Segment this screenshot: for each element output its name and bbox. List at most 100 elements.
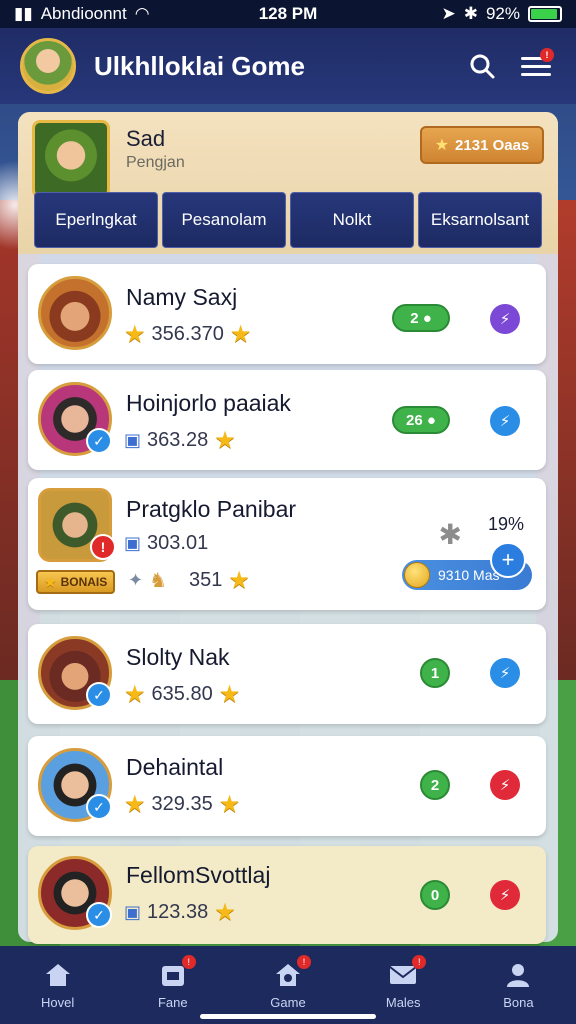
star-icon: ★ bbox=[214, 427, 236, 454]
bolt-icon: ⚡ bbox=[499, 413, 511, 430]
home-icon bbox=[43, 961, 73, 989]
nav-item-bona[interactable]: Bona bbox=[461, 946, 576, 1024]
score-value: 123.38 bbox=[147, 901, 209, 923]
score-value: 329.35 bbox=[151, 793, 213, 815]
signal-icon: ▮▮ bbox=[14, 4, 33, 23]
score-value: 363.28 bbox=[147, 429, 209, 451]
tab-1[interactable]: Eperlngkat bbox=[34, 192, 158, 248]
list-item[interactable]: ✓ Slolty Nak ★ 635.80 ★ 1 ⚡ bbox=[28, 624, 546, 724]
alert-icon: ! bbox=[90, 534, 116, 560]
player-avatar bbox=[38, 276, 112, 350]
star-icon: ★ bbox=[44, 573, 57, 590]
location-icon: ➤ bbox=[441, 4, 456, 23]
coin-balance[interactable]: ★ 2131 Oaas bbox=[420, 126, 544, 164]
bonus-tag: ★ BONAIS bbox=[36, 570, 116, 594]
gem-icon: ✦ bbox=[128, 570, 144, 590]
status-pill: 2 ● bbox=[392, 304, 450, 332]
star-icon: ★ bbox=[218, 791, 241, 818]
leaderboard-panel: Sad Pengjan ★ 2131 Oaas Eperlngkat Pesan… bbox=[18, 112, 558, 944]
star-icon: ★ bbox=[124, 681, 146, 708]
menu-button[interactable]: ! bbox=[516, 46, 556, 86]
status-left: ▮▮ Abndioonnt ◠ bbox=[14, 4, 150, 24]
nav-label: Males bbox=[385, 994, 421, 1010]
status-time: 128 PM bbox=[258, 4, 318, 23]
star-icon: ★ bbox=[214, 899, 236, 926]
status-value: 2 bbox=[410, 309, 419, 327]
progress-percent: 19% bbox=[487, 514, 524, 534]
bolt-icon: ⚡ bbox=[499, 887, 511, 904]
nav-label: Game bbox=[270, 994, 306, 1010]
menu-notification-badge: ! bbox=[540, 48, 554, 62]
player-score: ▣ 123.38 ★ bbox=[124, 898, 236, 927]
profile-icon bbox=[503, 961, 533, 989]
tab-2[interactable]: Pesanolam bbox=[162, 192, 286, 248]
bolt-icon: ⚡ bbox=[499, 665, 511, 682]
nav-label: Hovel bbox=[40, 994, 75, 1010]
profile-avatar[interactable] bbox=[32, 120, 110, 198]
chest-icon: ▣ bbox=[124, 430, 142, 450]
add-button[interactable]: + bbox=[490, 542, 526, 578]
action-button[interactable]: ⚡ bbox=[490, 658, 520, 688]
player-name: Namy Saxj bbox=[126, 284, 238, 310]
puzzle-icon: ✱ bbox=[438, 519, 462, 550]
app-title: Ulkhlloklai Gome bbox=[94, 50, 305, 81]
coin-icon bbox=[404, 562, 430, 588]
nav-item-game[interactable]: ! Game bbox=[230, 946, 345, 1024]
bonus-text: BONAIS bbox=[60, 575, 108, 589]
status-pill: 26 ● bbox=[392, 406, 450, 434]
nav-badge: ! bbox=[412, 954, 427, 969]
score-value: 303.01 bbox=[147, 532, 209, 554]
bluetooth-icon: ✱ bbox=[463, 4, 478, 23]
nav-badge: ! bbox=[297, 954, 311, 969]
player-name: Slolty Nak bbox=[126, 644, 230, 670]
player-score: ★ 635.80 ★ bbox=[124, 680, 240, 709]
list-item[interactable]: ✓ FellomSvottlaj ▣ 123.38 ★ 0 ⚡ bbox=[28, 846, 546, 944]
player-score: ★ 356.370 ★ bbox=[124, 320, 251, 349]
nav-item-fane[interactable]: ! Fane bbox=[115, 946, 230, 1024]
star-icon: ★ bbox=[228, 567, 250, 594]
verified-icon: ✓ bbox=[86, 902, 112, 928]
action-button[interactable]: ⚡ bbox=[490, 770, 520, 800]
wifi-icon: ◠ bbox=[134, 4, 150, 23]
search-icon bbox=[470, 54, 495, 79]
bolt-icon: ⚡ bbox=[499, 777, 511, 794]
mail-icon: ! bbox=[388, 954, 427, 989]
action-button[interactable]: ⚡ bbox=[490, 406, 520, 436]
action-button[interactable]: ⚡ bbox=[490, 304, 520, 334]
home-indicator bbox=[200, 1014, 376, 1019]
verified-icon: ✓ bbox=[86, 794, 112, 820]
coin-balance-text: 2131 Oaas bbox=[455, 136, 530, 154]
battery-icon bbox=[528, 6, 562, 22]
tab-4[interactable]: Eksarnolsant bbox=[418, 192, 542, 248]
player-score: ▣ 303.01 bbox=[124, 532, 208, 555]
score-value: 635.80 bbox=[151, 683, 213, 705]
header-avatar[interactable] bbox=[20, 38, 76, 94]
list-item[interactable]: Namy Saxj ★ 356.370 ★ 2 ● ⚡ bbox=[28, 264, 546, 364]
player-name: Hoinjorlo paaiak bbox=[126, 390, 291, 416]
verified-icon: ✓ bbox=[86, 428, 112, 454]
player-name: Pratgklo Panibar bbox=[126, 496, 297, 522]
bolt-icon: ⚡ bbox=[499, 311, 511, 328]
star-icon: ★ bbox=[229, 321, 252, 348]
list-item[interactable]: ! Pratgklo Panibar ▣ 303.01 ★ BONAIS ✦ ♞… bbox=[28, 478, 546, 610]
star-icon: ★ bbox=[124, 791, 146, 818]
tab-3[interactable]: Nolkt bbox=[290, 192, 414, 248]
chest-icon: ▣ bbox=[124, 902, 142, 922]
score-value: 356.370 bbox=[151, 323, 224, 345]
star-icon: ★ bbox=[434, 137, 450, 154]
search-button[interactable] bbox=[462, 46, 502, 86]
player-name: FellomSvottlaj bbox=[126, 862, 271, 888]
action-button[interactable]: ⚡ bbox=[490, 880, 520, 910]
nav-item-hovel[interactable]: Hovel bbox=[0, 946, 115, 1024]
list-item[interactable]: ✓ Hoinjorlo paaiak ▣ 363.28 ★ 26 ● ⚡ bbox=[28, 370, 546, 470]
list-item[interactable]: ✓ Dehaintal ★ 329.35 ★ 2 ⚡ bbox=[28, 736, 546, 836]
nav-badge: ! bbox=[181, 954, 196, 969]
nav-label: Fane bbox=[157, 994, 188, 1010]
secondary-score-value: 351 bbox=[189, 569, 223, 591]
star-icon: ★ bbox=[218, 681, 241, 708]
player-score: ▣ 363.28 ★ bbox=[124, 426, 236, 455]
star-icon: ★ bbox=[124, 321, 146, 348]
nav-item-males[interactable]: ! Males bbox=[346, 946, 461, 1024]
profile-subtitle: Pengjan bbox=[126, 154, 185, 171]
chest-icon: ▣ bbox=[124, 533, 142, 553]
